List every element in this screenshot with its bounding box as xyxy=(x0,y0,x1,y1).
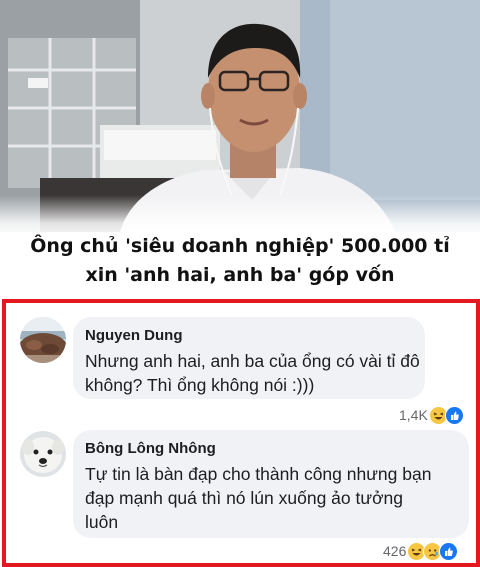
comment-author[interactable]: Nguyen Dung xyxy=(85,327,413,345)
post-screenshot: Ông chủ 'siêu doanh nghiệp' 500.000 tỉ x… xyxy=(0,0,480,567)
reactions-summary-2[interactable]: 426 xyxy=(383,541,459,561)
comment-text: Nhưng anh hai, anh ba của ổng có vài tỉ … xyxy=(85,349,420,397)
reaction-count: 1,4K xyxy=(399,407,428,423)
reactions-summary-1[interactable]: 1,4K xyxy=(399,405,464,425)
comment-text: Tự tin là bàn đạp cho thành công nhưng b… xyxy=(85,462,457,534)
comment-text-line: không? Thì ổng không nói :))) xyxy=(85,375,315,395)
comment-text-line: Tự tin là bàn đạp cho thành công nhưng b… xyxy=(85,464,432,484)
post-headline: Ông chủ 'siêu doanh nghiệp' 500.000 tỉ x… xyxy=(0,232,480,290)
headline-line-2: xin 'anh hai, anh ba' góp vốn xyxy=(85,264,395,286)
reaction-count: 426 xyxy=(383,543,407,559)
comment-text-line: đạp mạnh quá thì nó lún xuống ảo tưởng xyxy=(85,488,404,508)
comment-author[interactable]: Bông Lông Nhông xyxy=(85,440,457,458)
headline-line-1: Ông chủ 'siêu doanh nghiệp' 500.000 tỉ xyxy=(30,235,450,257)
comment-text-line: Nhưng anh hai, anh ba của ổng có vài tỉ … xyxy=(85,351,420,371)
comment-text-line: luôn xyxy=(85,512,119,532)
comment-bubble-1: Nguyen Dung Nhưng anh hai, anh ba của ổn… xyxy=(73,317,425,399)
like-icon xyxy=(444,405,464,425)
white-dog-avatar-image xyxy=(20,431,66,477)
comment-bubble-2: Bông Lông Nhông Tự tin là bàn đạp cho th… xyxy=(73,430,469,538)
avatar-bong-long-nhong[interactable] xyxy=(20,431,66,477)
like-icon xyxy=(439,541,459,561)
avatar-nguyen-dung[interactable] xyxy=(20,317,66,363)
comments-frame: Nguyen Dung Nhưng anh hai, anh ba của ổn… xyxy=(2,299,480,567)
beach-rocks-avatar-image xyxy=(20,317,66,363)
